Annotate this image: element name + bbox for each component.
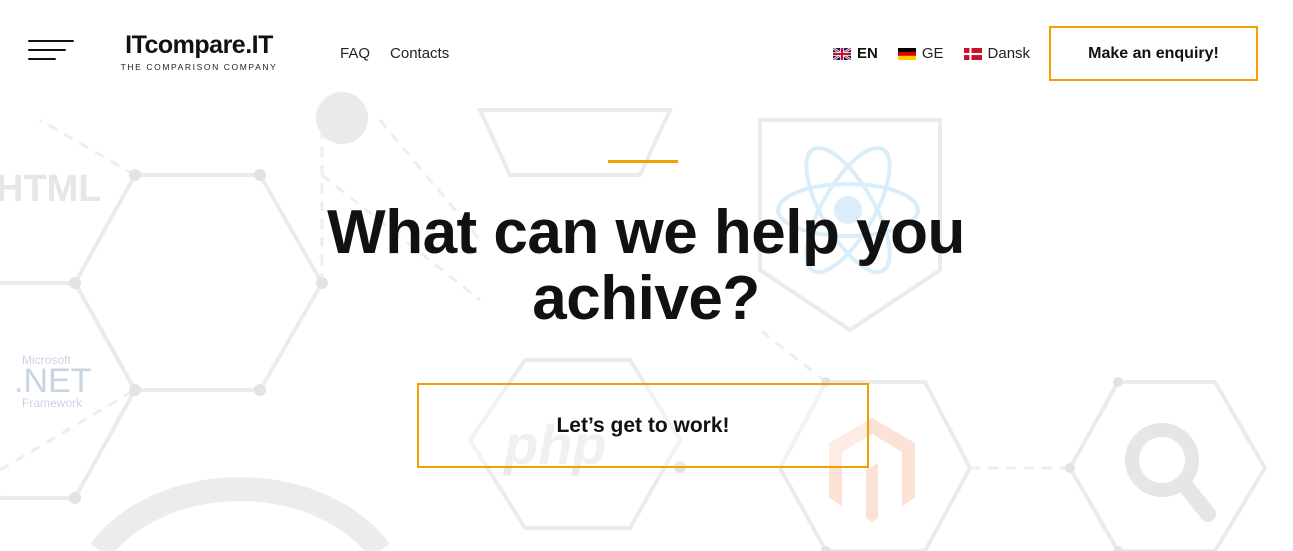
- germany-flag-icon: [897, 48, 916, 60]
- site-logo[interactable]: ITcompare.IT THE COMPARISON COMPANY: [108, 31, 290, 77]
- logo-name: ITcompare.IT: [125, 31, 273, 59]
- accent-divider: [608, 160, 678, 163]
- language-option-dansk[interactable]: Dansk: [963, 44, 1031, 64]
- language-label: Dansk: [987, 45, 1031, 62]
- main-nav: FAQ Contacts: [340, 44, 449, 64]
- denmark-flag-icon: [963, 48, 982, 60]
- language-option-ge[interactable]: GE: [897, 44, 944, 64]
- language-label: GE: [921, 45, 944, 62]
- language-switcher: EN GE Dansk: [833, 44, 1030, 64]
- hero-title: What can we help you achive?: [327, 198, 965, 333]
- site-header: ITcompare.IT THE COMPARISON COMPANY FAQ …: [0, 0, 1293, 108]
- make-enquiry-button[interactable]: Make an enquiry!: [1049, 26, 1258, 81]
- language-option-en[interactable]: EN: [833, 44, 878, 64]
- language-label: EN: [857, 45, 878, 62]
- uk-flag-icon: [833, 48, 851, 60]
- get-to-work-button[interactable]: Let’s get to work!: [417, 383, 869, 468]
- hamburger-menu-icon[interactable]: [28, 40, 76, 62]
- nav-link-contacts[interactable]: Contacts: [390, 44, 449, 64]
- logo-tagline: THE COMPARISON COMPANY: [120, 62, 278, 72]
- nav-link-faq[interactable]: FAQ: [340, 44, 370, 64]
